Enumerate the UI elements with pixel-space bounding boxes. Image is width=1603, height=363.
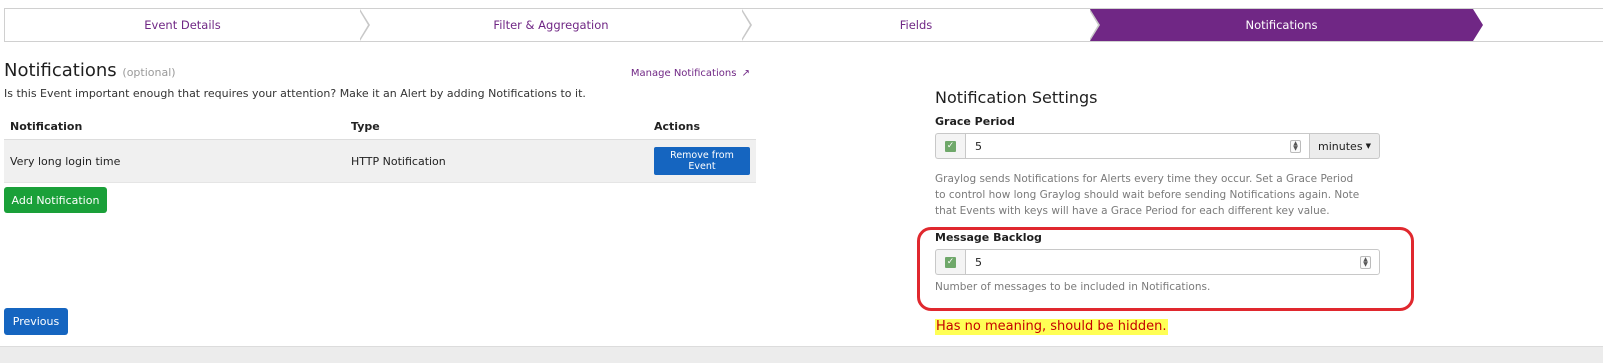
manage-link-label: Manage Notifications — [630, 68, 737, 79]
column-header-notification: Notification — [4, 114, 345, 140]
notifications-title: Notifications (optional) — [4, 60, 176, 81]
title-text: Notifications — [4, 60, 117, 81]
step-label: Event Details — [144, 18, 221, 32]
caret-down-icon: ▼ — [1365, 142, 1371, 150]
remove-from-event-button[interactable]: Remove from Event — [654, 147, 750, 175]
step-filler — [1473, 9, 1603, 41]
step-separator — [359, 9, 370, 41]
notification-type: HTTP Notification — [345, 139, 648, 183]
manage-notifications-link[interactable]: Manage Notifications ↗ — [631, 68, 750, 79]
grace-period-value: 5 — [975, 139, 982, 153]
column-header-actions: Actions — [648, 114, 756, 140]
external-link-icon: ↗ — [741, 68, 750, 79]
bottom-bar — [0, 346, 1603, 363]
optional-label: (optional) — [122, 66, 176, 79]
add-notification-button[interactable]: Add Notification — [4, 187, 107, 213]
table-row: Very long login time HTTP Notification R… — [4, 139, 756, 183]
step-separator — [1473, 9, 1483, 41]
spinner-icon[interactable]: ▲ ▼ — [1290, 140, 1301, 153]
step-fields[interactable]: Fields — [742, 9, 1100, 41]
notification-name: Very long login time — [4, 139, 345, 183]
grace-period-help: Graylog sends Notifications for Alerts e… — [935, 173, 1360, 217]
column-header-type: Type — [345, 114, 648, 140]
unit-label: minutes — [1318, 139, 1363, 153]
annotation-note: Has no meaning, should be hidden. — [935, 319, 1168, 335]
grace-period-label: Grace Period — [935, 115, 1015, 128]
step-notifications[interactable]: Notifications — [1090, 9, 1483, 41]
notifications-table: Notification Type Actions Very long logi… — [4, 114, 756, 183]
step-separator — [741, 9, 752, 41]
step-separator — [1089, 9, 1100, 41]
wizard-steps: Event Details Filter & Aggregation Field… — [4, 8, 1603, 42]
grace-period-unit-dropdown[interactable]: minutes ▼ — [1310, 133, 1380, 159]
previous-button[interactable]: Previous — [4, 308, 68, 335]
checkbox-checked-icon[interactable]: ✓ — [945, 140, 956, 152]
step-label: Filter & Aggregation — [493, 18, 609, 32]
grace-period-input[interactable]: 5 ▲ ▼ — [965, 133, 1310, 159]
table-header-row: Notification Type Actions — [4, 114, 756, 140]
grace-period-group: ✓ 5 ▲ ▼ minutes ▼ — [935, 133, 1380, 159]
notifications-header: Notifications (optional) Manage Notifica… — [4, 60, 756, 81]
notifications-panel: Notifications (optional) Manage Notifica… — [4, 60, 756, 183]
annotation-highlight-box — [917, 227, 1414, 311]
step-label: Notifications — [1245, 18, 1318, 32]
grace-period-checkbox-addon[interactable]: ✓ — [935, 133, 965, 159]
step-event-details[interactable]: Event Details — [5, 9, 370, 41]
step-filter-aggregation[interactable]: Filter & Aggregation — [360, 9, 752, 41]
settings-title: Notification Settings — [935, 88, 1098, 107]
step-label: Fields — [899, 18, 933, 32]
actions-cell: Remove from Event — [648, 139, 756, 183]
notifications-description: Is this Event important enough that requ… — [4, 87, 586, 100]
